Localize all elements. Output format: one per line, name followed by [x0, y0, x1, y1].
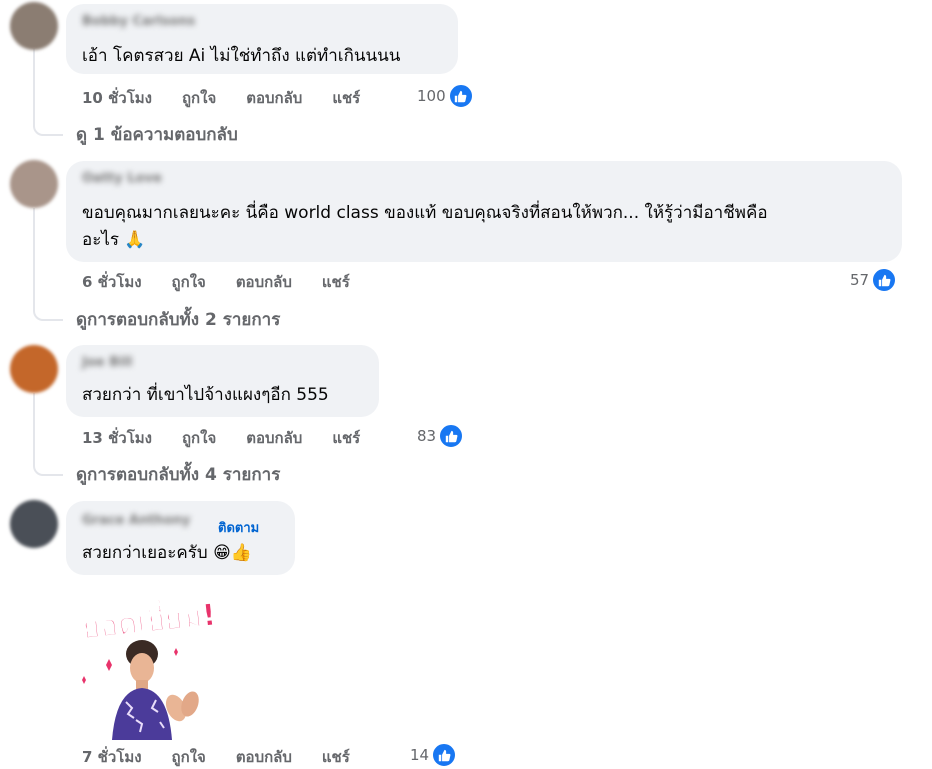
- comment-bubble: Bobby Carlsons เอ้า โคตรสวย Ai ไม่ใช่ทำถ…: [66, 4, 458, 74]
- reply-button[interactable]: ตอบกลับ: [246, 426, 302, 450]
- avatar[interactable]: [10, 500, 58, 548]
- comment-author[interactable]: Joe Bill: [82, 355, 132, 370]
- comment-text: เอ้า โคตรสวย Ai ไม่ใช่ทำถึง แต่ทำเกินนนน: [82, 46, 401, 66]
- thread-elbow-2: [33, 285, 63, 321]
- share-button[interactable]: แชร์: [322, 745, 350, 769]
- reaction-number: 100: [417, 87, 446, 105]
- follow-button[interactable]: ติดตาม: [218, 517, 259, 538]
- avatar[interactable]: [10, 2, 58, 50]
- comment-bubble: Joe Bill สวยกว่า ที่เขาไปจ้างแผงๆอีก 555: [66, 345, 379, 417]
- like-button[interactable]: ถูกใจ: [172, 745, 206, 769]
- like-button[interactable]: ถูกใจ: [172, 270, 206, 294]
- comment-text: สวยกว่าเยอะครับ 😁👍: [82, 543, 252, 563]
- thread-elbow-1: [33, 100, 63, 136]
- comment-time[interactable]: 6 ชั่วโมง: [82, 270, 142, 294]
- comment-author[interactable]: Bobby Carlsons: [82, 14, 195, 29]
- reaction-number: 14: [410, 746, 430, 764]
- reply-button[interactable]: ตอบกลับ: [246, 86, 302, 110]
- share-button[interactable]: แชร์: [332, 426, 360, 450]
- like-button[interactable]: ถูกใจ: [182, 426, 216, 450]
- reaction-number: 83: [417, 427, 437, 445]
- comment-text: สวยกว่า ที่เขาไปจ้างแผงๆอีก 555: [82, 385, 329, 405]
- comment-actions: 7 ชั่วโมง ถูกใจ ตอบกลับ แชร์: [82, 745, 350, 769]
- thumbs-up-icon: [439, 424, 464, 448]
- avatar[interactable]: [10, 160, 58, 208]
- comment-actions: 10 ชั่วโมง ถูกใจ ตอบกลับ แชร์: [82, 86, 360, 110]
- comment-author[interactable]: Grace Anthony: [82, 513, 190, 528]
- thread-elbow-3: [33, 440, 63, 476]
- thumbs-up-icon: [872, 268, 897, 292]
- reaction-count[interactable]: 100: [417, 84, 473, 108]
- view-replies-link[interactable]: ดู 1 ข้อความตอบกลับ: [76, 121, 238, 148]
- comment-bubble: Grace Anthony ติดตาม สวยกว่าเยอะครับ 😁👍: [66, 501, 295, 575]
- reaction-number: 57: [850, 271, 870, 289]
- thumbs-up-icon: [432, 743, 457, 767]
- reply-button[interactable]: ตอบกลับ: [236, 270, 292, 294]
- reaction-count[interactable]: 83: [417, 424, 464, 448]
- comment-bubble: Oatty Love ขอบคุณมากเลยนะคะ นี่คือ world…: [66, 161, 902, 262]
- avatar[interactable]: [10, 345, 58, 393]
- sticker[interactable]: ยอดเยี่ยม!: [76, 580, 226, 740]
- share-button[interactable]: แชร์: [322, 270, 350, 294]
- view-replies-link[interactable]: ดูการตอบกลับทั้ง 2 รายการ: [76, 306, 280, 333]
- comment-actions: 6 ชั่วโมง ถูกใจ ตอบกลับ แชร์: [82, 270, 350, 294]
- comment-text-line-1: ขอบคุณมากเลยนะคะ นี่คือ world class ของแ…: [82, 203, 768, 223]
- reply-button[interactable]: ตอบกลับ: [236, 745, 292, 769]
- view-replies-link[interactable]: ดูการตอบกลับทั้ง 4 รายการ: [76, 461, 280, 488]
- comment-actions: 13 ชั่วโมง ถูกใจ ตอบกลับ แชร์: [82, 426, 360, 450]
- reaction-count[interactable]: 14: [410, 743, 457, 767]
- reaction-count[interactable]: 57: [850, 268, 897, 292]
- comment-time[interactable]: 10 ชั่วโมง: [82, 86, 152, 110]
- comment-time[interactable]: 13 ชั่วโมง: [82, 426, 152, 450]
- sticker-text: ยอดเยี่ยม!: [80, 593, 217, 647]
- sticker-image: ยอดเยี่ยม!: [80, 592, 218, 740]
- thumbs-up-icon: [448, 84, 473, 108]
- comment-time[interactable]: 7 ชั่วโมง: [82, 745, 142, 769]
- comment-author[interactable]: Oatty Love: [82, 171, 162, 186]
- share-button[interactable]: แชร์: [332, 86, 360, 110]
- like-button[interactable]: ถูกใจ: [182, 86, 216, 110]
- comment-text-line-2: อะไร 🙏: [82, 230, 146, 250]
